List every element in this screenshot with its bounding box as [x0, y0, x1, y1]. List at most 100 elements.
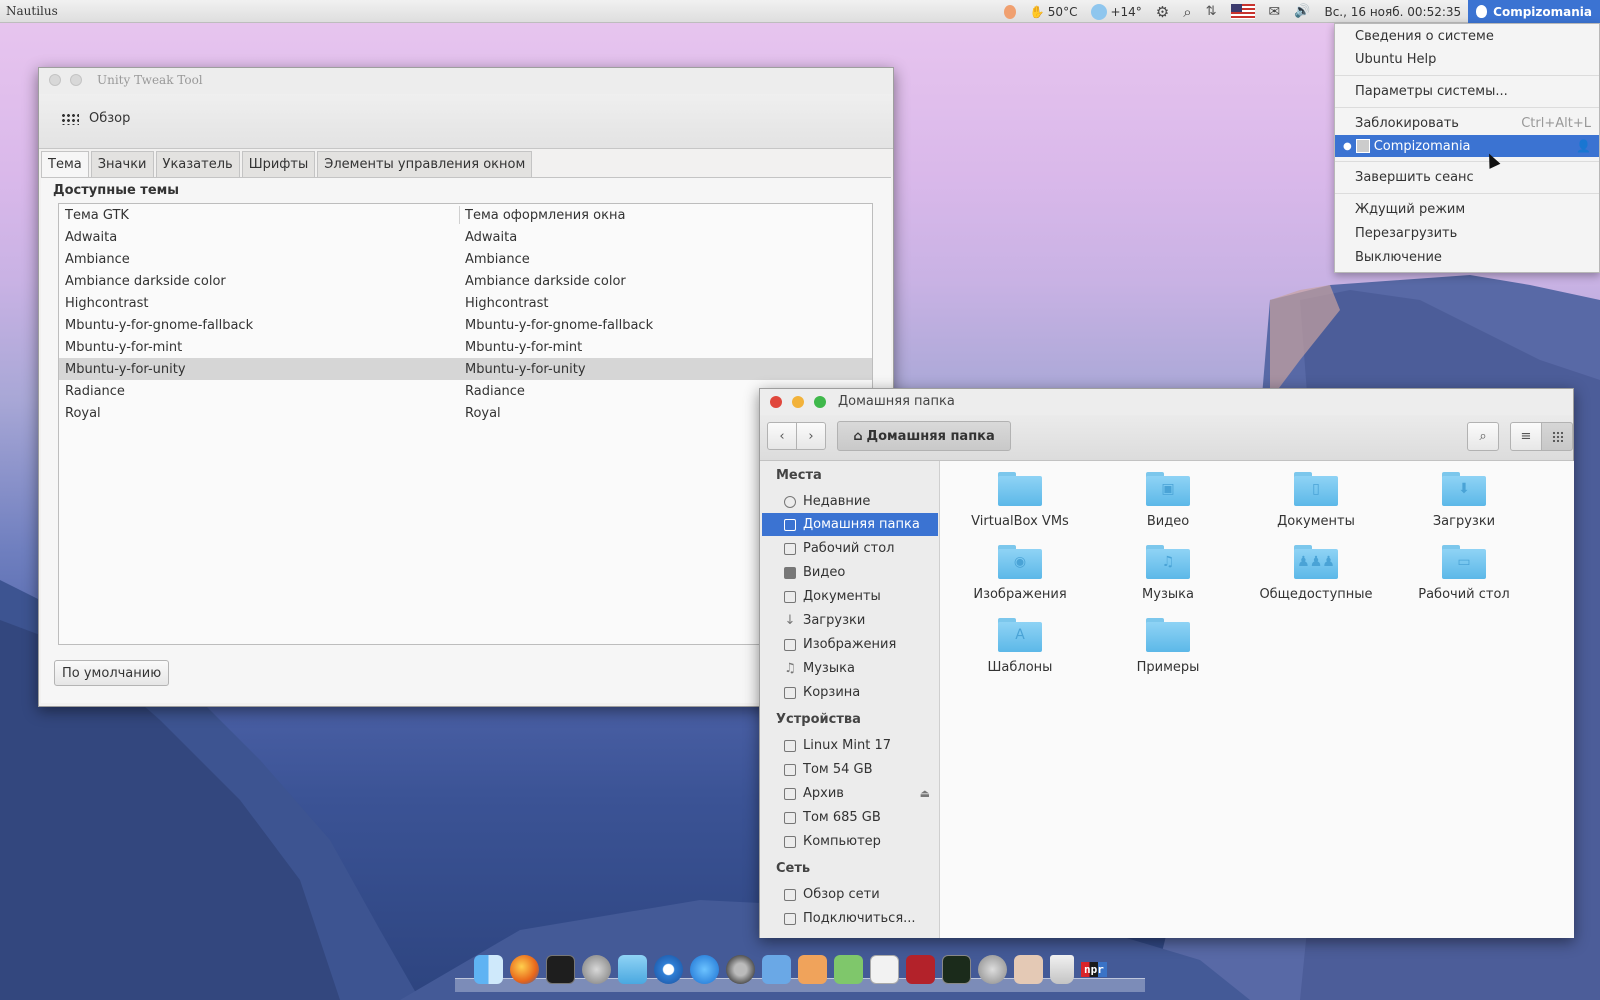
folder-item[interactable]: A Шаблоны [950, 618, 1090, 684]
calc-icon[interactable] [834, 954, 863, 984]
terminal-icon[interactable] [546, 954, 575, 984]
update-gear-icon[interactable]: ⚙ [1156, 3, 1169, 21]
utt-titlebar[interactable]: Unity Tweak Tool [39, 68, 893, 94]
sidebar-item-device[interactable]: Том 685 GB [762, 806, 938, 829]
folder-item[interactable]: ▯ Документы [1246, 472, 1386, 538]
sidebar-item-computer[interactable]: Компьютер [762, 830, 938, 853]
trash-icon[interactable] [1050, 954, 1074, 984]
settings-gear-icon[interactable] [726, 954, 755, 984]
equalizer-icon[interactable] [1014, 954, 1043, 984]
tab-cursor[interactable]: Указатель [155, 151, 240, 177]
menu-item-suspend[interactable]: Ждущий режим [1335, 198, 1599, 220]
lightbulb-icon[interactable] [1003, 4, 1016, 19]
list-header: Тема GTK Тема оформления окна [59, 204, 872, 226]
list-item-selected[interactable]: Mbuntu-y-for-unity Mbuntu-y-for-unity [59, 358, 872, 380]
chevron-right-icon: › [808, 428, 814, 444]
tab-fonts[interactable]: Шрифты [241, 151, 316, 177]
sidebar-item-downloads[interactable]: ↓ Загрузки [762, 609, 938, 632]
nautilus-titlebar[interactable]: Домашняя папка [760, 389, 1573, 415]
folder-item[interactable]: ♟♟♟ Общедоступные [1246, 545, 1386, 611]
list-item[interactable]: Highcontrast Highcontrast [59, 292, 872, 314]
rocket-icon[interactable] [582, 954, 611, 984]
document-viewer-icon[interactable] [870, 954, 899, 984]
volume-icon[interactable]: 🔊 [1294, 4, 1310, 19]
folder-item[interactable]: ♫ Музыка [1098, 545, 1238, 611]
sidebar-item-device[interactable]: Том 54 GB [762, 758, 938, 781]
grid-view-button[interactable] [1541, 422, 1573, 451]
menu-item-user[interactable]: ● Compizomania 👤 [1335, 135, 1599, 157]
tab-icons[interactable]: Значки [90, 151, 154, 177]
folder-item[interactable]: VirtualBox VMs [950, 472, 1090, 538]
list-item[interactable]: Ambiance darkside color Ambiance darkside… [59, 270, 872, 292]
list-item[interactable]: Adwaita Adwaita [59, 226, 872, 248]
system-monitor-icon[interactable] [942, 954, 971, 984]
menu-item-system-info[interactable]: Сведения о системе [1335, 25, 1599, 47]
writer-icon[interactable] [762, 954, 791, 984]
datetime[interactable]: Вс., 16 нояб. 00:52:35 [1324, 5, 1461, 19]
quicktime-icon[interactable] [654, 954, 683, 984]
photo-booth-icon[interactable] [906, 954, 935, 984]
forward-button[interactable]: › [796, 422, 826, 450]
us-flag-icon[interactable] [1230, 4, 1255, 19]
overview-button[interactable]: Обзор [61, 111, 130, 126]
temperature-indicator[interactable]: ✋ 50°C [1030, 5, 1078, 19]
sidebar-item-connect-server[interactable]: Подключиться... [762, 907, 938, 930]
search-button[interactable]: ⌕ [1467, 422, 1499, 451]
minimize-button[interactable] [792, 396, 804, 408]
sidebar-item-pictures[interactable]: Изображения [762, 633, 938, 656]
time-machine-icon[interactable] [978, 954, 1007, 984]
sidebar-item-trash[interactable]: Корзина [762, 681, 938, 704]
menu-item-logout[interactable]: Завершить сеанс [1335, 166, 1599, 188]
sidebar-item-music[interactable]: ♫ Музыка [762, 657, 938, 680]
network-icon[interactable]: ⇅ [1206, 4, 1217, 19]
list-item[interactable]: Mbuntu-y-for-mint Mbuntu-y-for-mint [59, 336, 872, 358]
list-item[interactable]: Mbuntu-y-for-gnome-fallback Mbuntu-y-for-… [59, 314, 872, 336]
close-button[interactable] [49, 74, 61, 86]
folder-item[interactable]: ▣ Видео [1098, 472, 1238, 538]
sidebar-item-device[interactable]: Архив ⏏ [762, 782, 938, 805]
list-item[interactable]: Royal Royal [59, 402, 872, 424]
tab-theme[interactable]: Тема [41, 151, 89, 177]
path-home-button[interactable]: ⌂ Домашняя папка [837, 421, 1011, 451]
sidebar-item-device[interactable]: Linux Mint 17 [762, 734, 938, 757]
mail-icon[interactable]: ✉ [1269, 4, 1281, 20]
list-item[interactable]: Ambiance Ambiance [59, 248, 872, 270]
maximize-button[interactable] [814, 396, 826, 408]
menu-item-restart[interactable]: Перезагрузить [1335, 222, 1599, 244]
overview-label: Обзор [89, 111, 131, 126]
folder-item[interactable]: ▭ Рабочий стол [1394, 545, 1534, 611]
menu-item-shutdown[interactable]: Выключение [1335, 246, 1599, 268]
npr-icon[interactable]: npr [1081, 961, 1107, 977]
list-item[interactable]: Radiance Radiance [59, 380, 872, 402]
column-header-window[interactable]: Тема оформления окна [465, 208, 625, 223]
search-icon[interactable]: ⌕ [1183, 3, 1191, 21]
user-indicator[interactable]: Compizomania [1468, 0, 1600, 23]
folder-item[interactable]: ◉ Изображения [950, 545, 1090, 611]
tab-window-controls[interactable]: Элементы управления окном [317, 151, 533, 177]
sidebar-item-desktop[interactable]: Рабочий стол [762, 537, 938, 560]
firefox-icon[interactable] [510, 954, 539, 984]
weather-indicator[interactable]: +14° [1091, 3, 1142, 20]
folder-icon[interactable] [618, 954, 647, 984]
folder-item[interactable]: ⬇ Загрузки [1394, 472, 1534, 538]
close-button[interactable] [770, 396, 782, 408]
impress-icon[interactable] [798, 954, 827, 984]
minimize-button[interactable] [70, 74, 82, 86]
sidebar-item-browse-network[interactable]: Обзор сети [762, 883, 938, 906]
column-header-gtk[interactable]: Тема GTK [65, 208, 129, 223]
menu-item-system-settings[interactable]: Параметры системы... [1335, 80, 1599, 102]
list-view-button[interactable]: ≡ [1510, 422, 1542, 451]
folder-item[interactable]: Примеры [1098, 618, 1238, 684]
finder-icon[interactable] [474, 954, 503, 984]
sidebar-item-documents[interactable]: Документы [762, 585, 938, 608]
sidebar-item-home[interactable]: Домашняя папка [762, 513, 938, 536]
app-store-icon[interactable] [690, 954, 719, 984]
menu-item-ubuntu-help[interactable]: Ubuntu Help [1335, 48, 1599, 70]
eject-icon[interactable]: ⏏ [920, 787, 930, 800]
sidebar-item-video[interactable]: Видео [762, 561, 938, 584]
grid-icon [61, 112, 79, 125]
back-button[interactable]: ‹ [767, 422, 797, 450]
menu-item-lock[interactable]: Заблокировать Ctrl+Alt+L [1335, 112, 1599, 134]
default-button[interactable]: По умолчанию [54, 660, 170, 686]
sidebar-item-recent[interactable]: Недавние [762, 490, 938, 513]
